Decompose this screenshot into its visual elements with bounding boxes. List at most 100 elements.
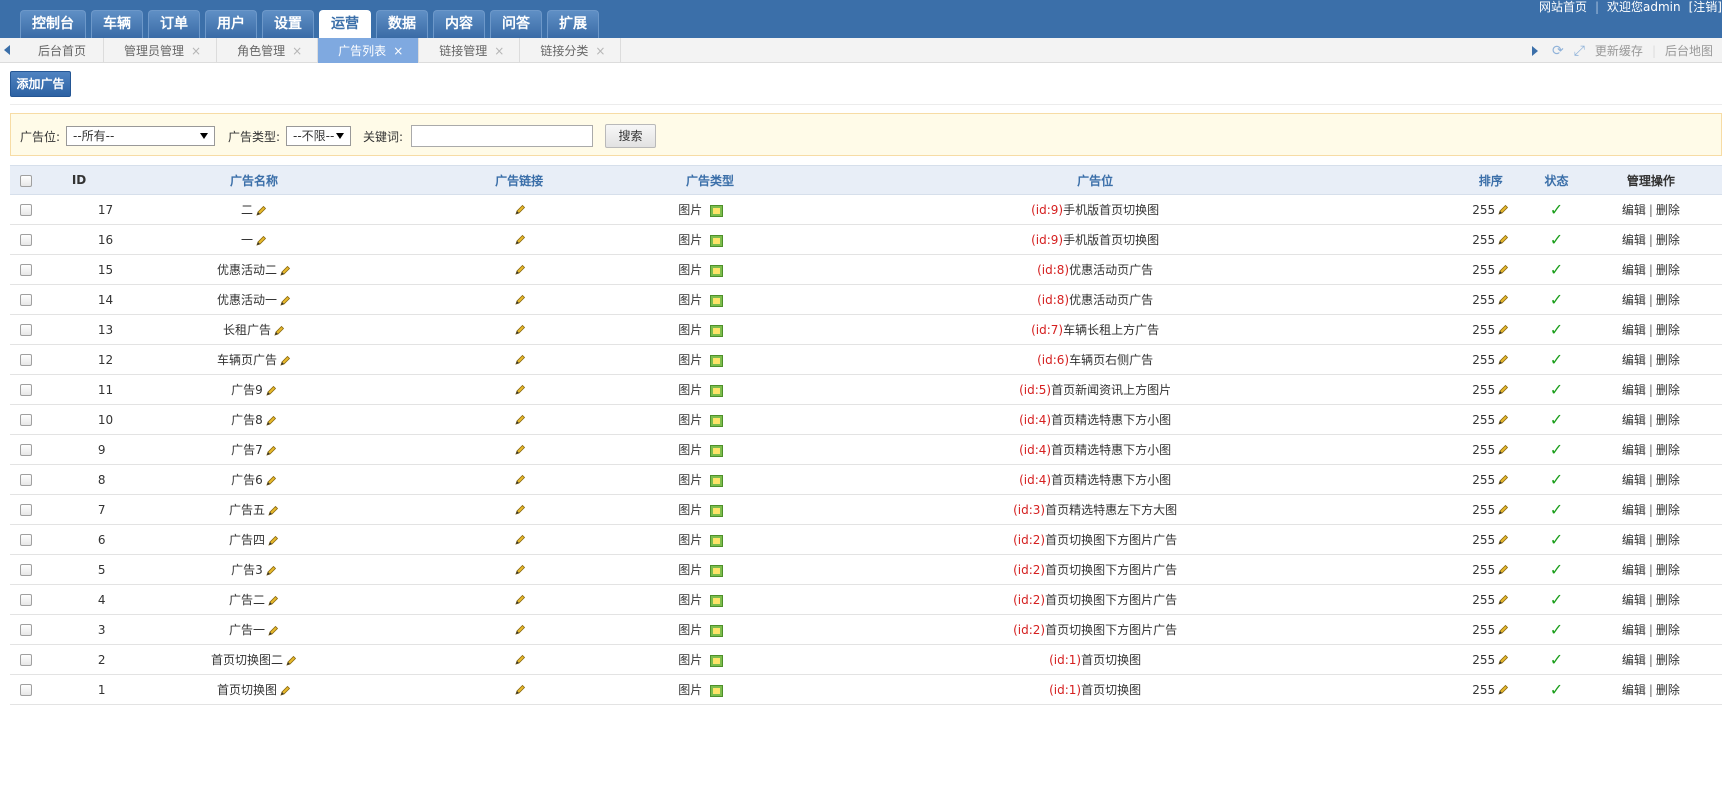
pencil-edit-icon[interactable]	[1497, 414, 1509, 426]
delete-link[interactable]: 删除	[1656, 413, 1680, 427]
delete-link[interactable]: 删除	[1656, 383, 1680, 397]
pencil-edit-icon[interactable]	[514, 624, 526, 636]
pencil-edit-icon[interactable]	[1497, 384, 1509, 396]
image-preview-icon[interactable]	[710, 294, 724, 307]
tab[interactable]: 链接分类 ×	[520, 38, 622, 63]
row-checkbox[interactable]	[19, 414, 32, 426]
checkmark-icon[interactable]: ✓	[1550, 200, 1563, 219]
edit-link[interactable]: 编辑	[1622, 473, 1646, 487]
row-checkbox[interactable]	[19, 324, 32, 336]
pencil-edit-icon[interactable]	[1497, 204, 1509, 216]
pencil-edit-icon[interactable]	[279, 355, 291, 367]
checkmark-icon[interactable]: ✓	[1550, 410, 1563, 429]
pencil-edit-icon[interactable]	[514, 384, 526, 396]
tab[interactable]: 链接管理 ×	[419, 38, 521, 63]
tab[interactable]: 广告列表 ×	[318, 38, 420, 63]
pencil-edit-icon[interactable]	[514, 414, 526, 426]
image-preview-icon[interactable]	[710, 234, 724, 247]
pencil-edit-icon[interactable]	[514, 474, 526, 486]
nav-item[interactable]: 设置	[262, 10, 314, 38]
nav-item[interactable]: 车辆	[91, 10, 143, 38]
site-home-link[interactable]: 网站首页	[1539, 0, 1587, 15]
image-preview-icon[interactable]	[710, 474, 724, 487]
pencil-edit-icon[interactable]	[514, 294, 526, 306]
pencil-edit-icon[interactable]	[273, 325, 285, 337]
pencil-edit-icon[interactable]	[1497, 294, 1509, 306]
nav-item[interactable]: 内容	[433, 10, 485, 38]
col-name[interactable]: 广告名称	[147, 165, 361, 195]
nav-item[interactable]: 扩展	[547, 10, 599, 38]
edit-link[interactable]: 编辑	[1622, 203, 1646, 217]
edit-link[interactable]: 编辑	[1622, 233, 1646, 247]
checkmark-icon[interactable]: ✓	[1550, 440, 1563, 459]
pencil-edit-icon[interactable]	[255, 205, 267, 217]
row-checkbox[interactable]	[19, 204, 32, 216]
delete-link[interactable]: 删除	[1656, 203, 1680, 217]
edit-link[interactable]: 编辑	[1622, 353, 1646, 367]
checkmark-icon[interactable]: ✓	[1550, 470, 1563, 489]
delete-link[interactable]: 删除	[1656, 473, 1680, 487]
checkmark-icon[interactable]: ✓	[1550, 230, 1563, 249]
image-preview-icon[interactable]	[710, 204, 724, 217]
row-checkbox[interactable]	[19, 294, 32, 306]
pencil-edit-icon[interactable]	[279, 685, 291, 697]
delete-link[interactable]: 删除	[1656, 293, 1680, 307]
pencil-edit-icon[interactable]	[265, 565, 277, 577]
row-checkbox[interactable]	[19, 264, 32, 276]
pencil-edit-icon[interactable]	[514, 324, 526, 336]
pencil-edit-icon[interactable]	[285, 655, 297, 667]
pencil-edit-icon[interactable]	[514, 504, 526, 516]
image-preview-icon[interactable]	[710, 444, 724, 457]
pencil-edit-icon[interactable]	[514, 264, 526, 276]
checkmark-icon[interactable]: ✓	[1550, 320, 1563, 339]
image-preview-icon[interactable]	[710, 264, 724, 277]
image-preview-icon[interactable]	[710, 534, 724, 547]
checkmark-icon[interactable]: ✓	[1550, 560, 1563, 579]
image-preview-icon[interactable]	[710, 654, 724, 667]
sitemap-link[interactable]: 后台地图	[1665, 42, 1713, 59]
image-preview-icon[interactable]	[710, 564, 724, 577]
pencil-edit-icon[interactable]	[1497, 504, 1509, 516]
delete-link[interactable]: 删除	[1656, 353, 1680, 367]
pencil-edit-icon[interactable]	[1497, 234, 1509, 246]
close-icon[interactable]: ×	[595, 39, 605, 63]
pencil-edit-icon[interactable]	[265, 445, 277, 457]
image-preview-icon[interactable]	[710, 684, 724, 697]
pencil-edit-icon[interactable]	[279, 295, 291, 307]
close-icon[interactable]: ×	[292, 39, 302, 63]
pencil-edit-icon[interactable]	[1497, 354, 1509, 366]
checkmark-icon[interactable]: ✓	[1550, 620, 1563, 639]
pencil-edit-icon[interactable]	[1497, 264, 1509, 276]
edit-link[interactable]: 编辑	[1622, 563, 1646, 577]
tab[interactable]: 管理员管理 ×	[104, 38, 218, 63]
search-button[interactable]: 搜索	[605, 124, 656, 148]
edit-link[interactable]: 编辑	[1622, 623, 1646, 637]
pencil-edit-icon[interactable]	[267, 625, 279, 637]
image-preview-icon[interactable]	[710, 414, 724, 427]
image-preview-icon[interactable]	[710, 594, 724, 607]
row-checkbox[interactable]	[19, 534, 32, 546]
add-ad-button[interactable]: 添加广告	[10, 71, 71, 97]
edit-link[interactable]: 编辑	[1622, 533, 1646, 547]
pencil-edit-icon[interactable]	[514, 594, 526, 606]
pencil-edit-icon[interactable]	[1497, 654, 1509, 666]
edit-link[interactable]: 编辑	[1622, 683, 1646, 697]
checkmark-icon[interactable]: ✓	[1550, 530, 1563, 549]
pencil-edit-icon[interactable]	[265, 415, 277, 427]
close-icon[interactable]: ×	[191, 39, 201, 63]
delete-link[interactable]: 删除	[1656, 503, 1680, 517]
row-checkbox[interactable]	[19, 504, 32, 516]
edit-link[interactable]: 编辑	[1622, 263, 1646, 277]
row-checkbox[interactable]	[19, 474, 32, 486]
row-checkbox[interactable]	[19, 564, 32, 576]
edit-link[interactable]: 编辑	[1622, 653, 1646, 667]
update-cache-link[interactable]: 更新缓存	[1595, 42, 1643, 59]
pencil-edit-icon[interactable]	[1497, 624, 1509, 636]
pencil-edit-icon[interactable]	[514, 234, 526, 246]
image-preview-icon[interactable]	[710, 354, 724, 367]
checkmark-icon[interactable]: ✓	[1550, 650, 1563, 669]
pencil-edit-icon[interactable]	[1497, 534, 1509, 546]
row-checkbox[interactable]	[19, 654, 32, 666]
pencil-edit-icon[interactable]	[1497, 684, 1509, 696]
pencil-edit-icon[interactable]	[265, 475, 277, 487]
